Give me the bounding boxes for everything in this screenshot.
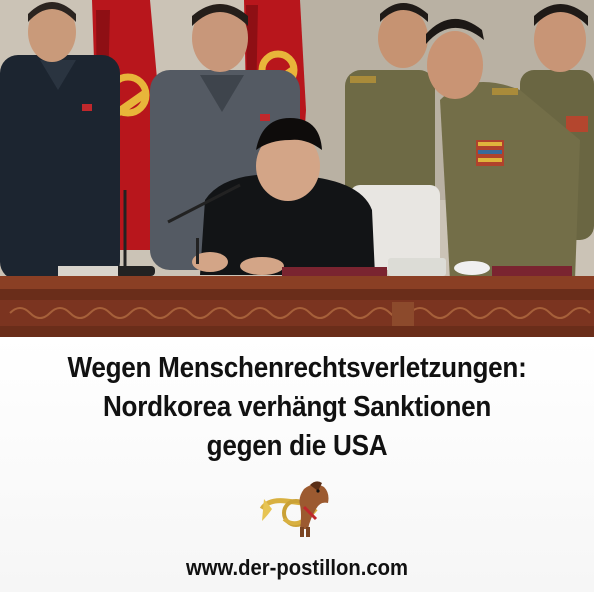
folder-center <box>282 267 387 277</box>
white-object <box>454 261 490 275</box>
meme-card: Wegen Menschenrechtsverletzungen: Nordko… <box>0 0 594 592</box>
headline-line-1: Wegen Menschenrechtsverletzungen: <box>67 352 527 384</box>
headline: Wegen Menschenrechtsverletzungen: Nordko… <box>48 349 547 466</box>
news-photo <box>0 0 594 337</box>
glass-tray <box>388 258 446 276</box>
website-url[interactable]: www.der-postillon.com <box>24 555 570 581</box>
caption-area: Wegen Menschenrechtsverletzungen: Nordko… <box>0 337 594 592</box>
posthorn-horse-logo-icon <box>259 481 329 537</box>
headline-line-2: Nordkorea verhängt Sanktionen <box>102 391 492 423</box>
headline-line-3: gegen die USA <box>206 430 388 462</box>
wooden-desk <box>0 276 594 337</box>
